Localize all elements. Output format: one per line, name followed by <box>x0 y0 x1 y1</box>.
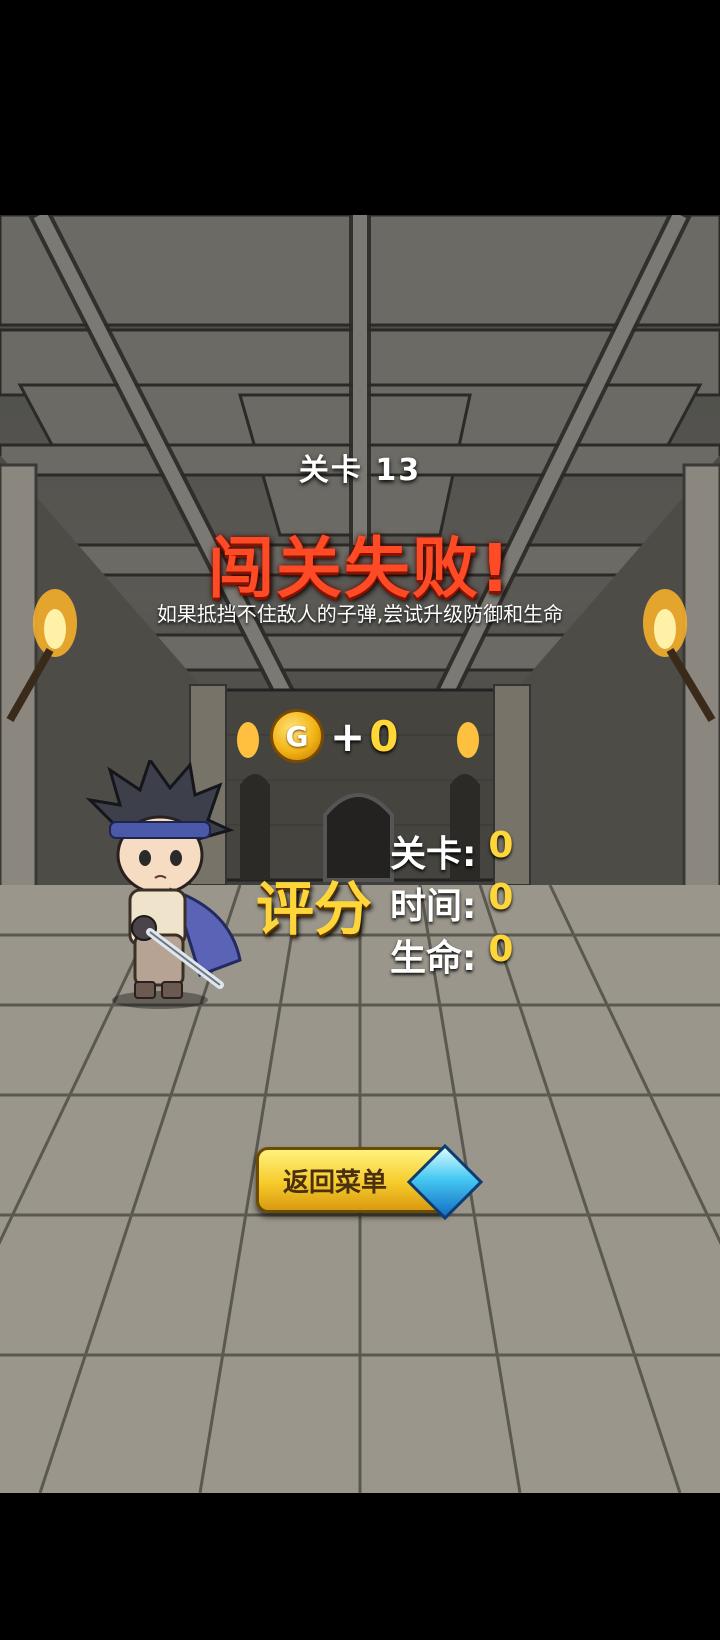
level-title: 关卡 13 <box>298 453 422 488</box>
stat-label: 时间: <box>390 886 477 927</box>
hint-text: 如果抵挡不住敌人的子弹,尝试升级防御和生命 <box>156 602 564 626</box>
stat-label: 生命: <box>390 938 477 979</box>
coin-icon: G <box>270 709 324 763</box>
stat-value: 0 <box>488 825 514 866</box>
reward-plus: + <box>330 711 366 761</box>
stat-row-time: 时间: 0 <box>390 877 513 929</box>
stat-row-life: 生命: 0 <box>390 929 513 981</box>
reward-row: G + 0 <box>270 708 398 764</box>
reward-value: 0 <box>369 711 399 761</box>
result-title: 闯关失败! <box>207 530 513 607</box>
score-label: 评分 <box>256 875 373 943</box>
stat-row-level: 关卡: 0 <box>390 825 513 877</box>
hero-character <box>85 760 242 1009</box>
stat-label: 关卡: <box>390 834 477 875</box>
return-menu-label: 返回菜单 <box>283 1167 388 1198</box>
stat-value: 0 <box>488 877 514 918</box>
stat-value: 0 <box>488 929 514 970</box>
